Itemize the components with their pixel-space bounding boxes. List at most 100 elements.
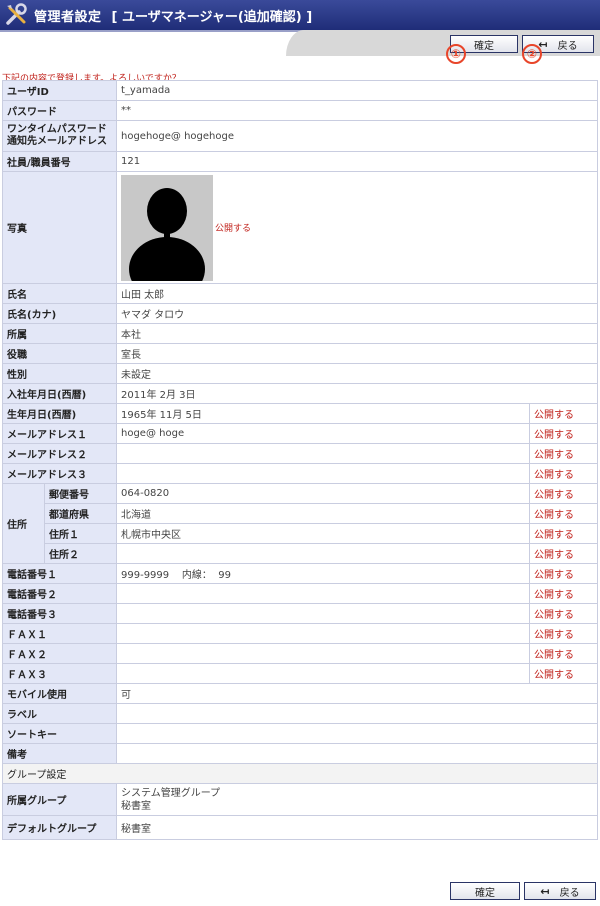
label-join-date: 入社年月日(西暦) bbox=[2, 383, 117, 404]
public-tel1: 公開する bbox=[529, 563, 598, 584]
callout-2: ② bbox=[522, 44, 542, 64]
row-group-section: グループ設定 bbox=[2, 763, 598, 784]
value-pref: 北海道 bbox=[116, 503, 530, 524]
public-addr1: 公開する bbox=[529, 523, 598, 544]
row-employee-no: 社員/職員番号 121 bbox=[2, 151, 598, 172]
label-password: パスワード bbox=[2, 100, 117, 121]
row-label: ラベル bbox=[2, 703, 598, 724]
row-pref: 都道府県 北海道 公開する bbox=[3, 503, 598, 524]
public-tel2: 公開する bbox=[529, 583, 598, 604]
value-groups: システム管理グループ 秘書室 bbox=[116, 783, 598, 816]
row-memo: 備考 bbox=[2, 743, 598, 764]
page-title: 管理者設定 bbox=[34, 9, 102, 25]
value-employee-no: 121 bbox=[116, 151, 598, 172]
group-settings-heading: グループ設定 bbox=[2, 763, 598, 784]
value-memo bbox=[116, 743, 598, 764]
confirm-button-bottom[interactable]: 確定 bbox=[450, 882, 520, 900]
row-addr2: 住所２ 公開する bbox=[3, 543, 598, 564]
row-addr1: 住所１ 札幌市中央区 公開する bbox=[3, 523, 598, 544]
label-groups: 所属グループ bbox=[2, 783, 117, 816]
row-groups: 所属グループ システム管理グループ 秘書室 bbox=[2, 783, 598, 816]
value-tel3 bbox=[116, 603, 530, 624]
value-user-id: t_yamada bbox=[116, 80, 598, 101]
row-otp-mail: ワンタイムパスワード 通知先メールアドレス hogehoge@ hogehoge bbox=[2, 120, 598, 152]
value-mail2 bbox=[116, 443, 530, 464]
value-fax2 bbox=[116, 643, 530, 664]
back-button-label: 戻る bbox=[559, 887, 580, 899]
public-mail3: 公開する bbox=[529, 463, 598, 484]
public-fax2: 公開する bbox=[529, 643, 598, 664]
value-otp-mail: hogehoge@ hogehoge bbox=[116, 120, 598, 152]
label-tel1: 電話番号１ bbox=[2, 563, 117, 584]
label-mobile: モバイル使用 bbox=[2, 683, 117, 704]
value-mail3 bbox=[116, 463, 530, 484]
value-birth-date: 1965年 11月 5日 bbox=[116, 403, 530, 424]
photo-public-label: 公開する bbox=[215, 224, 252, 234]
label-sortkey: ソートキー bbox=[2, 723, 117, 744]
row-mobile: モバイル使用 可 bbox=[2, 683, 598, 704]
label-pref: 都道府県 bbox=[44, 503, 117, 524]
row-position: 役職 室長 bbox=[2, 343, 598, 364]
public-mail2: 公開する bbox=[529, 443, 598, 464]
label-position: 役職 bbox=[2, 343, 117, 364]
value-join-date: 2011年 2月 3日 bbox=[116, 383, 598, 404]
public-tel3: 公開する bbox=[529, 603, 598, 624]
label-fax1: ＦＡＸ１ bbox=[2, 623, 117, 644]
row-fax1: ＦＡＸ１ 公開する bbox=[2, 623, 598, 644]
public-fax1: 公開する bbox=[529, 623, 598, 644]
label-birth-date: 生年月日(西暦) bbox=[2, 403, 117, 424]
label-fax3: ＦＡＸ３ bbox=[2, 663, 117, 684]
public-birth-date: 公開する bbox=[529, 403, 598, 424]
title-bar: 管理者設定 [ ユーザマネージャー(追加確認) ] bbox=[0, 0, 600, 30]
value-zip: 064-0820 bbox=[116, 483, 530, 504]
value-photo: 公開する bbox=[116, 171, 598, 284]
label-name-kana: 氏名(カナ) bbox=[2, 303, 117, 324]
confirm-button-label: 確定 bbox=[475, 887, 495, 899]
value-dept: 本社 bbox=[116, 323, 598, 344]
row-birth-date: 生年月日(西暦) 1965年 11月 5日 公開する bbox=[2, 403, 598, 424]
public-zip: 公開する bbox=[529, 483, 598, 504]
value-addr2 bbox=[116, 543, 530, 564]
row-dept: 所属 本社 bbox=[2, 323, 598, 344]
row-tel1: 電話番号１ 999-9999 内線： 99 公開する bbox=[2, 563, 598, 584]
row-name-kana: 氏名(カナ) ヤマダ タロウ bbox=[2, 303, 598, 324]
label-user-id: ユーザID bbox=[2, 80, 117, 101]
row-mail2: メールアドレス２ 公開する bbox=[2, 443, 598, 464]
group-item: 秘書室 bbox=[121, 800, 151, 812]
row-fax2: ＦＡＸ２ 公開する bbox=[2, 643, 598, 664]
label-photo: 写真 bbox=[2, 171, 117, 284]
value-mobile: 可 bbox=[116, 683, 598, 704]
label-mail2: メールアドレス２ bbox=[2, 443, 117, 464]
label-tel2: 電話番号２ bbox=[2, 583, 117, 604]
value-label bbox=[116, 703, 598, 724]
row-gender: 性別 未設定 bbox=[2, 363, 598, 384]
row-tel2: 電話番号２ 公開する bbox=[2, 583, 598, 604]
label-label: ラベル bbox=[2, 703, 117, 724]
row-user-id: ユーザID t_yamada bbox=[2, 80, 598, 101]
value-addr1: 札幌市中央区 bbox=[116, 523, 530, 544]
row-mail1: メールアドレス１ hoge@ hoge 公開する bbox=[2, 423, 598, 444]
label-mail1: メールアドレス１ bbox=[2, 423, 117, 444]
row-mail3: メールアドレス３ 公開する bbox=[2, 463, 598, 484]
label-addr2: 住所２ bbox=[44, 543, 117, 564]
row-tel3: 電話番号３ 公開する bbox=[2, 603, 598, 624]
label-memo: 備考 bbox=[2, 743, 117, 764]
value-tel2 bbox=[116, 583, 530, 604]
label-otp-mail: ワンタイムパスワード 通知先メールアドレス bbox=[2, 120, 117, 152]
row-photo: 写真 公開する bbox=[2, 171, 598, 284]
label-zip: 郵便番号 bbox=[44, 483, 117, 504]
value-mail1: hoge@ hoge bbox=[116, 423, 530, 444]
value-name-kana: ヤマダ タロウ bbox=[116, 303, 598, 324]
person-silhouette-icon bbox=[121, 174, 213, 281]
label-addr1: 住所１ bbox=[44, 523, 117, 544]
back-arrow-icon: ↤ bbox=[540, 884, 550, 898]
callout-1: ① bbox=[446, 44, 466, 64]
label-fax2: ＦＡＸ２ bbox=[2, 643, 117, 664]
group-item: システム管理グループ bbox=[121, 787, 221, 799]
back-button-bottom[interactable]: ↤ 戻る bbox=[524, 882, 596, 900]
label-dept: 所属 bbox=[2, 323, 117, 344]
row-default-group: デフォルトグループ 秘書室 bbox=[2, 815, 598, 840]
page-subtitle: [ ユーザマネージャー(追加確認) ] bbox=[111, 9, 313, 25]
value-gender: 未設定 bbox=[116, 363, 598, 384]
public-pref: 公開する bbox=[529, 503, 598, 524]
